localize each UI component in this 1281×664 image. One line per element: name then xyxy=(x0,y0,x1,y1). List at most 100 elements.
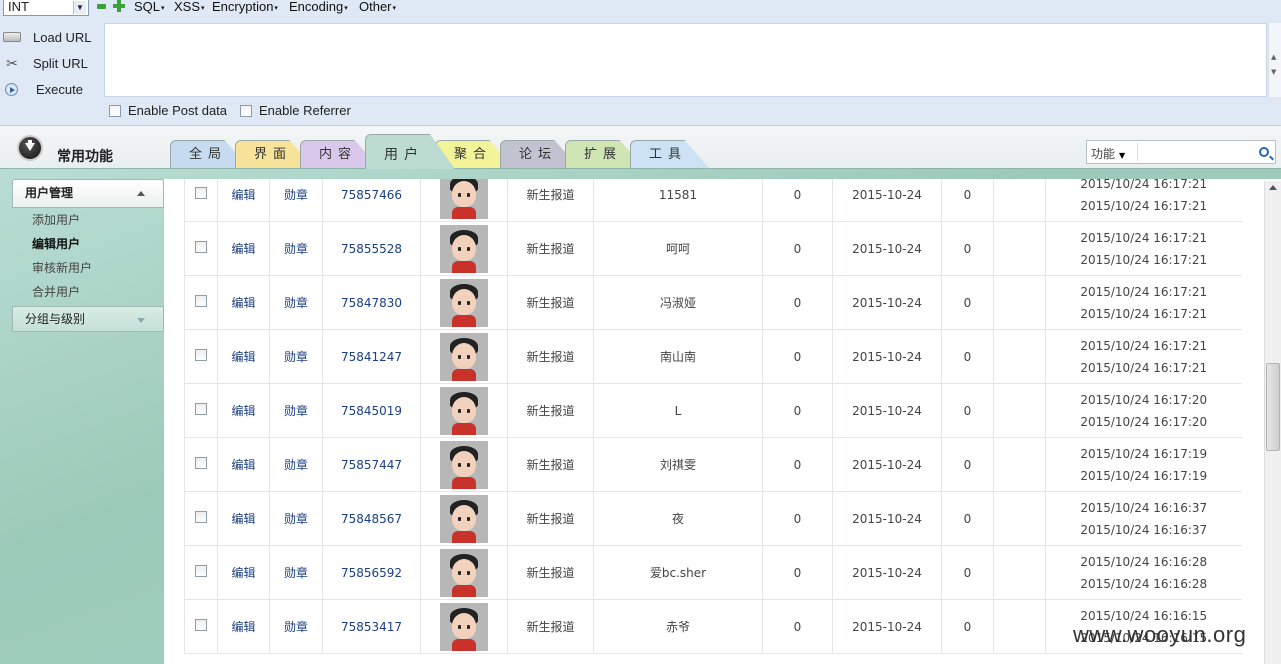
function-search[interactable]: 功能 ▼ xyxy=(1086,140,1276,164)
user-id-link[interactable]: 75841247 xyxy=(322,329,421,384)
checkbox-box[interactable] xyxy=(195,619,207,631)
posts-value: 0 xyxy=(941,221,994,276)
enable-referrer-checkbox[interactable]: Enable Referrer xyxy=(240,103,351,118)
avatar-image xyxy=(440,494,488,543)
tab-tools[interactable]: 工具 xyxy=(630,140,710,169)
edit-link[interactable]: 编辑 xyxy=(217,383,270,438)
row-checkbox[interactable] xyxy=(184,599,218,654)
scroll-up-icon[interactable] xyxy=(1269,185,1277,190)
menu-encoding[interactable]: Encoding▾ xyxy=(289,0,348,14)
type-select[interactable]: INT ▼ xyxy=(3,0,89,16)
row-checkbox[interactable] xyxy=(184,491,218,546)
url-textarea[interactable] xyxy=(104,23,1267,97)
medal-link[interactable]: 勋章 xyxy=(269,383,323,438)
avatar xyxy=(420,179,508,222)
split-url-button[interactable]: ✂ Split URL xyxy=(0,50,100,76)
edit-link[interactable]: 编辑 xyxy=(217,179,270,222)
checkbox-box[interactable] xyxy=(195,241,207,253)
edit-link[interactable]: 编辑 xyxy=(217,545,270,600)
user-id-link[interactable]: 75855528 xyxy=(322,221,421,276)
checkbox-box[interactable] xyxy=(195,403,207,415)
search-icon[interactable] xyxy=(1259,147,1269,157)
user-id-link[interactable]: 75845019 xyxy=(322,383,421,438)
table-row: 编辑 勋章 75845019 新生报道 L 0 2015-10-24 0 2015/10/24 … xyxy=(184,383,1242,438)
username: 赤爷 xyxy=(593,599,763,654)
load-url-button[interactable]: Load URL xyxy=(0,24,100,50)
user-id-link[interactable]: 75847830 xyxy=(322,275,421,330)
sidebar-item-add-user[interactable]: 添加用户 xyxy=(12,208,164,232)
user-id-link[interactable]: 75857466 xyxy=(322,179,421,222)
user-id-link[interactable]: 75848567 xyxy=(322,491,421,546)
medal-link[interactable]: 勋章 xyxy=(269,545,323,600)
common-functions-label[interactable]: 常用功能 xyxy=(57,146,113,166)
row-checkbox[interactable] xyxy=(184,437,218,492)
collapse-icon xyxy=(137,191,145,196)
checkbox-box[interactable] xyxy=(240,104,252,117)
table-row: 编辑 勋章 75847830 新生报道 冯淑娅 0 2015-10-24 0 2015/10/2… xyxy=(184,275,1242,330)
edit-link[interactable]: 编辑 xyxy=(217,491,270,546)
menu-xss[interactable]: XSS▾ xyxy=(174,0,205,14)
download-arrow-icon[interactable] xyxy=(17,135,43,161)
checkbox-box[interactable] xyxy=(109,104,121,117)
checkbox-box[interactable] xyxy=(195,457,207,469)
row-checkbox[interactable] xyxy=(184,383,218,438)
avatar-image xyxy=(440,548,488,597)
edit-link[interactable]: 编辑 xyxy=(217,599,270,654)
checkbox-box[interactable] xyxy=(195,511,207,523)
medal-link[interactable]: 勋章 xyxy=(269,179,323,222)
url-scrollbar[interactable]: ▲ ▼ xyxy=(1268,23,1281,97)
sidebar-item-review-users[interactable]: 审核新用户 xyxy=(12,256,164,280)
sidebar-section-groups[interactable]: 分组与级别 xyxy=(12,306,164,332)
avatar-image xyxy=(440,386,488,435)
row-checkbox[interactable] xyxy=(184,545,218,600)
user-id-link[interactable]: 75857447 xyxy=(322,437,421,492)
row-checkbox[interactable] xyxy=(184,221,218,276)
avatar-image xyxy=(440,278,488,327)
user-id-link[interactable]: 75853417 xyxy=(322,599,421,654)
sidebar-item-merge-users[interactable]: 合并用户 xyxy=(12,280,164,304)
username: 11581 xyxy=(593,179,763,222)
empty-cell xyxy=(993,599,1046,654)
load-url-icon xyxy=(3,32,21,42)
scrollbar-thumb[interactable] xyxy=(1266,363,1280,451)
function-select[interactable]: 功能 ▼ xyxy=(1091,145,1125,162)
checkbox-box[interactable] xyxy=(195,349,207,361)
menu-sql[interactable]: SQL▾ xyxy=(134,0,165,14)
edit-link[interactable]: 编辑 xyxy=(217,437,270,492)
scroll-down-icon[interactable]: ▼ xyxy=(1271,68,1276,76)
checkbox-box[interactable] xyxy=(195,565,207,577)
menu-other[interactable]: Other▾ xyxy=(359,0,396,14)
menu-encryption[interactable]: Encryption▾ xyxy=(212,0,278,14)
medal-link[interactable]: 勋章 xyxy=(269,275,323,330)
avatar-image xyxy=(440,332,488,381)
avatar xyxy=(420,221,508,276)
watermark: www.wooyun.org xyxy=(1073,622,1247,647)
register-date: 2015-10-24 xyxy=(832,545,942,600)
enable-post-data-checkbox[interactable]: Enable Post data xyxy=(109,103,227,118)
row-checkbox[interactable] xyxy=(184,329,218,384)
checkbox-box[interactable] xyxy=(195,187,207,199)
user-id-link[interactable]: 75856592 xyxy=(322,545,421,600)
sidebar-item-edit-user[interactable]: 编辑用户 xyxy=(12,232,164,256)
page-scrollbar[interactable] xyxy=(1264,181,1281,664)
edit-link[interactable]: 编辑 xyxy=(217,221,270,276)
checkbox-box[interactable] xyxy=(195,295,207,307)
execute-button[interactable]: Execute xyxy=(0,76,100,102)
sidebar-section-user-management[interactable]: 用户管理 xyxy=(12,179,164,208)
edit-link[interactable]: 编辑 xyxy=(217,329,270,384)
decrease-icon[interactable] xyxy=(97,4,106,9)
register-time: 2015/10/24 16:17:21 xyxy=(1080,338,1208,353)
empty-cell xyxy=(993,179,1046,222)
medal-link[interactable]: 勋章 xyxy=(269,491,323,546)
scroll-up-icon[interactable]: ▲ xyxy=(1271,53,1276,61)
medal-link[interactable]: 勋章 xyxy=(269,437,323,492)
tab-users[interactable]: 用户 xyxy=(365,134,455,169)
empty-cell xyxy=(993,491,1046,546)
row-checkbox[interactable] xyxy=(184,179,218,222)
medal-link[interactable]: 勋章 xyxy=(269,221,323,276)
medal-link[interactable]: 勋章 xyxy=(269,599,323,654)
increase-icon[interactable] xyxy=(113,0,125,12)
edit-link[interactable]: 编辑 xyxy=(217,275,270,330)
medal-link[interactable]: 勋章 xyxy=(269,329,323,384)
row-checkbox[interactable] xyxy=(184,275,218,330)
